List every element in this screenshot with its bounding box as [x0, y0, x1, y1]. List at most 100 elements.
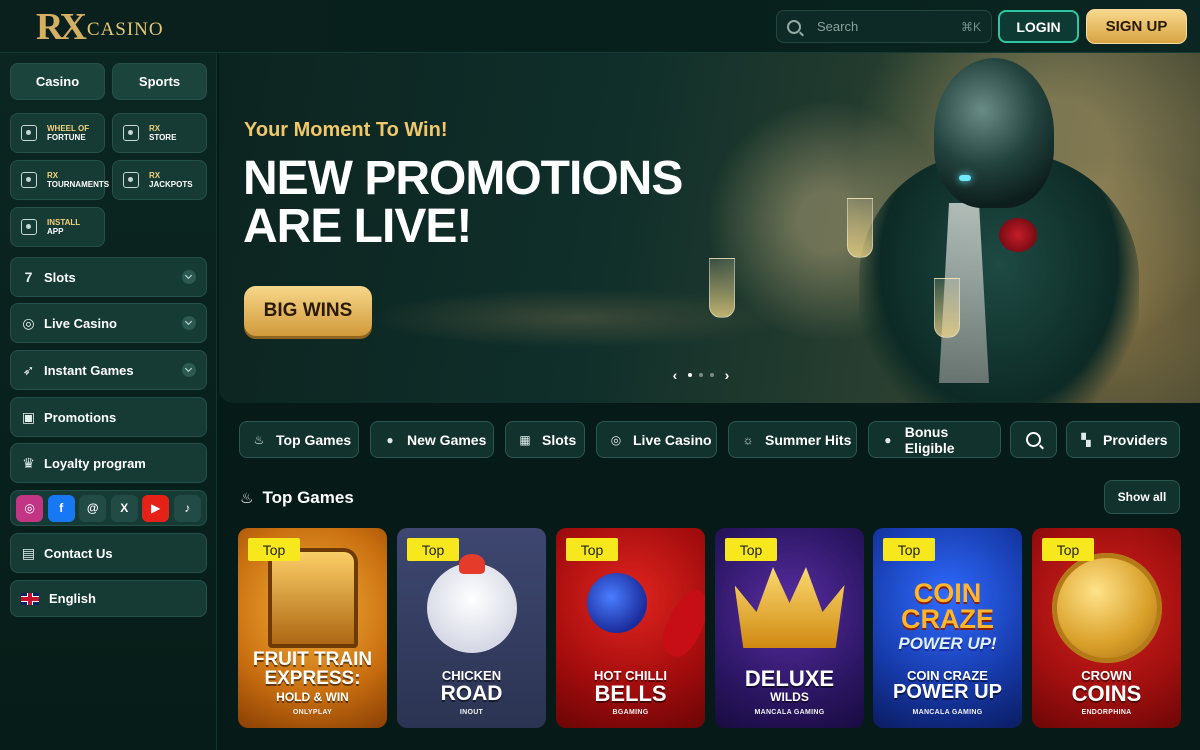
sidebar-item-label: Instant Games: [44, 362, 134, 378]
youtube-icon[interactable]: ▶: [142, 494, 170, 522]
rx-jackpots-button[interactable]: RX JACKPOTS: [112, 160, 207, 200]
category-bonus-eligible[interactable]: ● Bonus Eligible: [868, 421, 1001, 458]
top-badge: Top: [1042, 538, 1094, 561]
wheel-of-fortune-button[interactable]: WHEEL OF FORTUNE: [10, 113, 105, 153]
chevron-down-icon[interactable]: [182, 316, 196, 330]
logo-casino: CASINO: [86, 19, 164, 40]
section-title: ♨ Top Games: [240, 488, 354, 507]
carousel-dot[interactable]: [688, 373, 692, 377]
seven-icon: 7: [24, 268, 33, 285]
grid-icon: ▚: [1081, 432, 1091, 447]
game-card-crown-coins[interactable]: Top CROWN COINS ENDORPHINA: [1032, 528, 1181, 728]
chevron-down-icon[interactable]: [182, 270, 196, 284]
chip-icon: ◎: [610, 432, 622, 447]
category-slots[interactable]: ▦ Slots: [505, 421, 585, 458]
power-up-logo: POWER UP!: [898, 634, 997, 653]
game-provider: MANCALA GAMING: [912, 709, 983, 716]
sun-icon: ☼: [742, 432, 754, 447]
search-input[interactable]: Search ⌘K: [776, 10, 992, 43]
game-card-hot-chilli-bells[interactable]: Top HOT CHILLI BELLS BGAMING: [556, 528, 705, 728]
game-provider: INOUT: [459, 709, 484, 716]
category-top-games[interactable]: ♨ Top Games: [239, 421, 359, 458]
logo-rx: RX: [36, 6, 87, 48]
flame-icon: ♨: [253, 432, 265, 447]
game-title: ROAD: [440, 682, 503, 705]
banner-title: NEW PROMOTIONS ARE LIVE!: [243, 152, 683, 253]
phone-icon: [21, 219, 37, 235]
crown-icon: ♛: [22, 454, 35, 471]
facebook-icon[interactable]: f: [47, 494, 75, 522]
robot-eye: [959, 175, 971, 181]
wheel-icon: [21, 125, 37, 141]
champagne-glass-left: [847, 198, 873, 258]
top-badge: Top: [407, 538, 459, 561]
rx-tournaments-button[interactable]: RX TOURNAMENTS: [10, 160, 109, 200]
game-title-top: CHICKEN: [441, 668, 502, 683]
game-card-coin-craze[interactable]: COIN CRAZE POWER UP! Top COIN CRAZE POWE…: [873, 528, 1022, 728]
game-provider: ENDORPHINA: [1081, 709, 1132, 716]
rose-decoration: [999, 218, 1037, 252]
tiktok-icon[interactable]: ♪: [173, 494, 201, 522]
contact-label: Contact Us: [44, 545, 113, 561]
category-summer-hits[interactable]: ☼ Summer Hits: [728, 421, 857, 458]
search-icon: [787, 19, 801, 34]
sidebar-item-promotions[interactable]: ▣ Promotions: [10, 397, 207, 437]
logo[interactable]: RX CASINO: [36, 6, 164, 46]
top-header: RX CASINO Search ⌘K LOGIN SIGN UP: [0, 0, 1200, 53]
flame-icon: ♨: [240, 490, 254, 507]
top-badge: Top: [248, 538, 300, 561]
chevron-left-icon[interactable]: ‹: [669, 367, 681, 383]
game-card-fruit-train[interactable]: Top FRUIT TRAIN EXPRESS: HOLD & WIN ONLY…: [238, 528, 387, 728]
champagne-glass-right: [934, 278, 960, 338]
social-links: ◎ f @ X ▶ ♪: [10, 490, 207, 526]
category-live-casino[interactable]: ◎ Live Casino: [596, 421, 717, 458]
robot-head: [934, 58, 1054, 208]
banner-kicker: Your Moment To Win!: [244, 119, 448, 141]
promo-banner[interactable]: Your Moment To Win! NEW PROMOTIONS ARE L…: [219, 53, 1200, 403]
jackpot-icon: [123, 172, 139, 188]
game-title: DELUXE: [744, 666, 835, 691]
top-badge: Top: [566, 538, 618, 561]
category-search-button[interactable]: [1010, 421, 1057, 458]
tab-sports[interactable]: Sports: [112, 63, 207, 100]
language-selector[interactable]: English: [10, 580, 207, 617]
show-all-button[interactable]: Show all: [1104, 480, 1180, 514]
big-wins-button[interactable]: BIG WINS: [244, 286, 372, 336]
sidebar-item-slots[interactable]: 7 Slots: [10, 257, 207, 297]
sidebar-item-loyalty[interactable]: ♛ Loyalty program: [10, 443, 207, 483]
search-shortcut: ⌘K: [960, 19, 981, 34]
login-button[interactable]: LOGIN: [998, 10, 1079, 43]
providers-button[interactable]: ▚ Providers: [1066, 421, 1180, 458]
rx-store-button[interactable]: RX STORE: [112, 113, 207, 153]
carousel-controls: ‹ ›: [669, 367, 733, 383]
slots-icon: ▦: [519, 432, 531, 447]
tab-casino[interactable]: Casino: [10, 63, 105, 100]
game-card-deluxe-wilds[interactable]: Top DELUXE WILDS MANCALA GAMING: [715, 528, 864, 728]
category-new-games[interactable]: ● New Games: [370, 421, 494, 458]
carousel-dot[interactable]: [710, 373, 714, 377]
x-icon[interactable]: X: [110, 494, 138, 522]
game-card-chicken-road[interactable]: Top CHICKEN ROAD INOUT: [397, 528, 546, 728]
gold-coin-art: [1051, 553, 1162, 663]
chilli-art: [655, 584, 705, 662]
trophy-icon: [21, 172, 37, 188]
chevron-right-icon[interactable]: ›: [721, 367, 733, 383]
store-icon: [123, 125, 139, 141]
game-provider: BGAMING: [612, 709, 649, 716]
carousel-dot[interactable]: [699, 373, 703, 377]
promo-icon: ▣: [21, 408, 36, 425]
sidebar-item-instant-games[interactable]: ➶ Instant Games: [10, 350, 207, 390]
chicken-art: [426, 563, 517, 653]
instagram-icon[interactable]: ◎: [16, 494, 44, 522]
top-badge: Top: [725, 538, 777, 561]
game-provider: ONLYPLAY: [292, 709, 333, 716]
chevron-down-icon[interactable]: [182, 363, 196, 377]
game-subtitle: HOLD & WIN: [276, 690, 349, 704]
sidebar-item-live-casino[interactable]: ◎ Live Casino: [10, 303, 207, 343]
install-app-button[interactable]: INSTALL APP: [10, 207, 105, 247]
threads-icon[interactable]: @: [79, 494, 107, 522]
uk-flag-icon: [21, 592, 39, 605]
signup-button[interactable]: SIGN UP: [1086, 9, 1187, 44]
contact-us-button[interactable]: ▤ Contact Us: [10, 533, 207, 573]
comb-art: [458, 554, 485, 574]
